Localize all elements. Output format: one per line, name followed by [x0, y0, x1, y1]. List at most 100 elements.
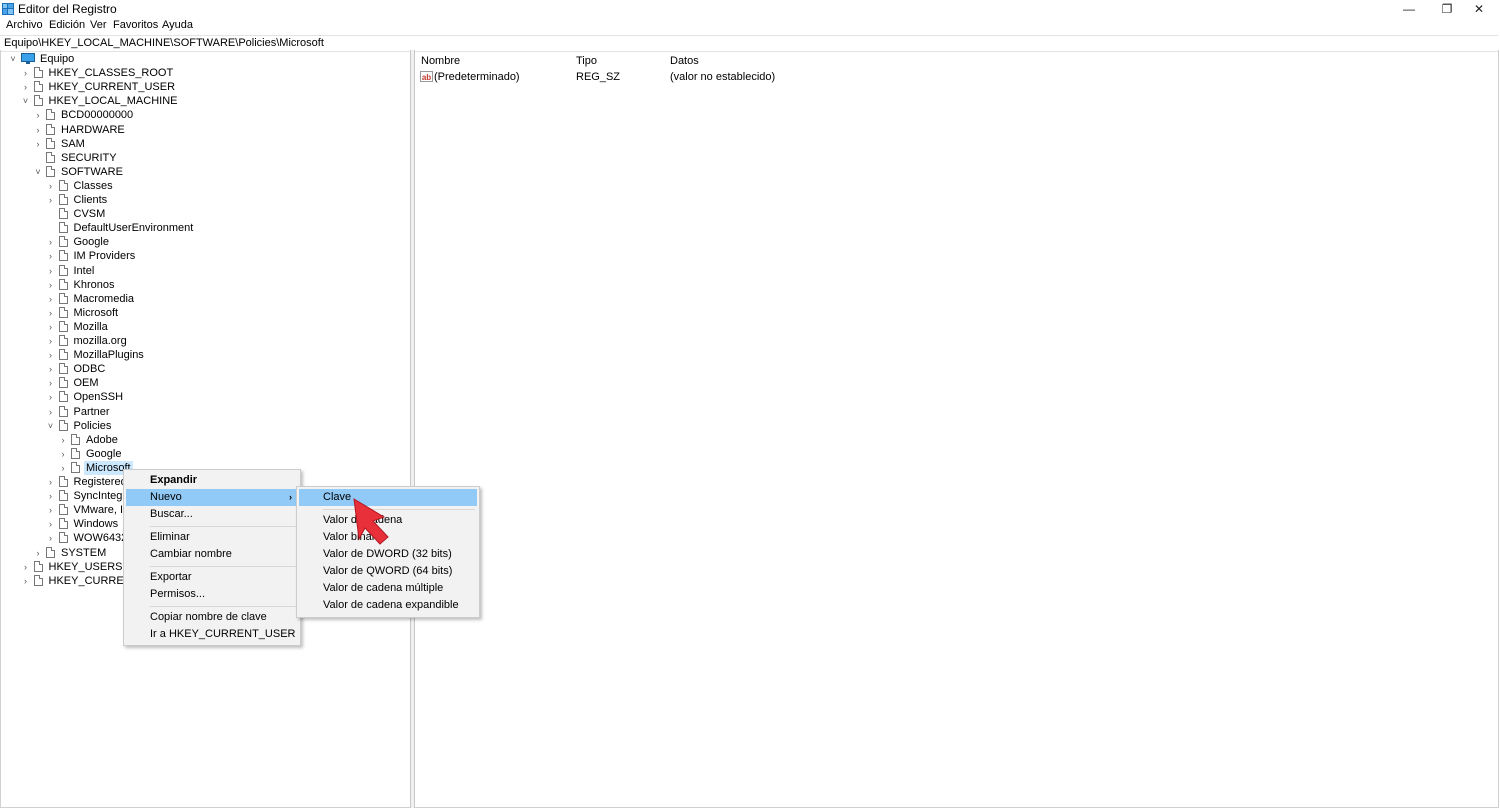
submenu-valor-dword[interactable]: Valor de DWORD (32 bits) [299, 546, 477, 563]
menu-eliminar[interactable]: Eliminar [126, 529, 298, 546]
tree-item-label: Macromedia [73, 292, 135, 305]
collapsed-chevron-icon[interactable]: › [33, 123, 43, 137]
close-button[interactable]: ✕ [1456, 0, 1500, 18]
tree-item-label: ODBC [73, 363, 106, 376]
folder-icon [58, 250, 68, 262]
submenu-valor-qword[interactable]: Valor de QWORD (64 bits) [299, 563, 477, 580]
column-type[interactable]: Tipo [576, 55, 597, 67]
expanded-chevron-icon[interactable]: ˅ [21, 94, 31, 108]
context-menu: Expandir Nuevo › Buscar... Eliminar Cambi… [123, 469, 301, 646]
folder-icon [33, 574, 43, 586]
folder-icon [58, 518, 68, 530]
tree-item-label: HKEY_CLASSES_ROOT [48, 67, 174, 80]
collapsed-chevron-icon[interactable]: › [46, 475, 56, 489]
folder-icon [58, 236, 68, 248]
menu-copiar-nombre-clave[interactable]: Copiar nombre de clave [126, 609, 298, 626]
expanded-chevron-icon[interactable]: ˅ [33, 165, 43, 179]
menu-expandir[interactable]: Expandir [126, 472, 298, 489]
tree-item-label: SAM [61, 137, 85, 150]
folder-icon [58, 306, 68, 318]
menu-ver[interactable]: Ver [90, 19, 107, 31]
collapsed-chevron-icon[interactable]: › [46, 278, 56, 292]
menu-ayuda[interactable]: Ayuda [162, 19, 193, 31]
folder-icon [58, 320, 68, 332]
collapsed-chevron-icon[interactable]: › [46, 405, 56, 419]
folder-icon [58, 194, 68, 205]
collapsed-chevron-icon[interactable]: › [33, 108, 43, 122]
value-name[interactable]: (Predeterminado) [434, 71, 520, 83]
menu-bar: Archivo Edición Ver Favoritos Ayuda [0, 18, 1500, 34]
collapsed-chevron-icon[interactable]: › [46, 334, 56, 348]
menu-exportar[interactable]: Exportar [126, 569, 298, 586]
menu-separator [150, 606, 296, 607]
folder-icon [71, 447, 80, 459]
folder-icon [58, 264, 68, 276]
value-type: REG_SZ [576, 71, 621, 83]
folder-icon [46, 137, 55, 149]
menu-nuevo[interactable]: Nuevo › [126, 489, 298, 506]
folder-icon [58, 532, 68, 544]
collapsed-chevron-icon[interactable]: › [21, 80, 31, 94]
collapsed-chevron-icon[interactable]: › [46, 264, 56, 278]
collapsed-chevron-icon[interactable]: › [46, 306, 56, 320]
collapsed-chevron-icon[interactable]: › [33, 546, 43, 560]
collapsed-chevron-icon[interactable]: › [21, 560, 31, 574]
menu-permisos[interactable]: Permisos... [126, 586, 298, 603]
column-data[interactable]: Datos [670, 55, 699, 67]
submenu-valor-expandible[interactable]: Valor de cadena expandible [299, 597, 477, 614]
tree-item-label: Partner [73, 405, 110, 418]
collapsed-chevron-icon[interactable]: › [46, 249, 56, 263]
collapsed-chevron-icon[interactable]: › [58, 447, 68, 461]
key-tree[interactable]: ˅ Equipo › HKEY_CLASSES_ROOT › HKEY_CURRENT_U… [0, 50, 411, 808]
folder-icon [33, 67, 43, 79]
tree-item-label: SYSTEM [61, 546, 107, 559]
menu-separator [150, 526, 296, 527]
pointer-arrow-icon [353, 498, 389, 545]
folder-icon [58, 349, 68, 361]
tree-item-label: MozillaPlugins [73, 349, 144, 362]
values-list[interactable]: Nombre Tipo Datos ab (Predeterminado) RE… [415, 50, 1499, 808]
menu-cambiar-nombre[interactable]: Cambiar nombre [126, 546, 298, 563]
title-bar: Editor del Registro — ❐ ✕ [0, 0, 1500, 18]
menu-favoritos[interactable]: Favoritos [113, 19, 158, 31]
collapsed-chevron-icon[interactable]: › [46, 503, 56, 517]
collapsed-chevron-icon[interactable]: › [46, 376, 56, 390]
collapsed-chevron-icon[interactable]: › [46, 390, 56, 404]
folder-icon [58, 278, 68, 290]
folder-icon [46, 109, 55, 121]
collapsed-chevron-icon[interactable]: › [46, 193, 56, 207]
folder-icon [33, 81, 43, 93]
collapsed-chevron-icon[interactable]: › [33, 137, 43, 151]
menu-archivo[interactable]: Archivo [6, 19, 43, 31]
collapsed-chevron-icon[interactable]: › [46, 362, 56, 376]
collapsed-chevron-icon[interactable]: › [58, 433, 68, 447]
tree-item-label: SOFTWARE [61, 165, 123, 178]
collapsed-chevron-icon[interactable]: › [21, 574, 31, 588]
collapsed-chevron-icon[interactable]: › [46, 292, 56, 306]
folder-icon [58, 222, 68, 234]
expanded-chevron-icon[interactable]: ˅ [8, 52, 18, 66]
collapsed-chevron-icon[interactable]: › [46, 517, 56, 531]
window-title: Editor del Registro [18, 2, 117, 16]
collapsed-chevron-icon[interactable]: › [46, 531, 56, 545]
menu-ir-a-hkcu[interactable]: Ir a HKEY_CURRENT_USER [126, 626, 298, 643]
folder-icon [58, 208, 68, 220]
expanded-chevron-icon[interactable]: ˅ [46, 419, 56, 433]
collapsed-chevron-icon[interactable]: › [46, 179, 56, 193]
folder-icon [58, 335, 68, 346]
collapsed-chevron-icon[interactable]: › [46, 348, 56, 362]
collapsed-chevron-icon[interactable]: › [58, 461, 68, 475]
collapsed-chevron-icon[interactable]: › [46, 489, 56, 503]
menu-edicion[interactable]: Edición [49, 19, 85, 31]
collapsed-chevron-icon[interactable]: › [21, 66, 31, 80]
tree-item-label: Intel [73, 264, 95, 277]
folder-icon [58, 476, 68, 487]
address-path[interactable]: Equipo\HKEY_LOCAL_MACHINE\SOFTWARE\Polic… [4, 37, 324, 49]
menu-buscar[interactable]: Buscar... [126, 506, 298, 523]
collapsed-chevron-icon[interactable]: › [46, 320, 56, 334]
submenu-valor-multiple[interactable]: Valor de cadena múltiple [299, 580, 477, 597]
column-name[interactable]: Nombre [421, 55, 460, 67]
collapsed-chevron-icon[interactable]: › [46, 235, 56, 249]
tree-item-label: HKEY_USERS [48, 560, 123, 573]
folder-icon [71, 461, 80, 473]
